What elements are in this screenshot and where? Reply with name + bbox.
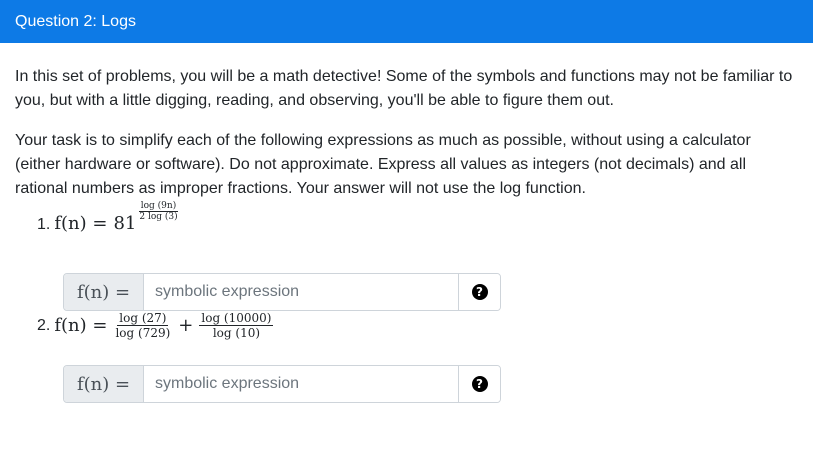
fraction-1: log (27) log (729) [113,311,172,340]
fraction-2-numerator: log (10000) [199,311,274,326]
problem-2-lhs: f(n) = [54,315,108,336]
intro-paragraph-2: Your task is to simplify each of the fol… [15,132,751,197]
fraction-1-denominator: log (729) [115,326,171,340]
problem-1-number: 1. [37,216,51,233]
problem-1-lhs: f(n) = [54,213,108,234]
problem-2: 2. f(n) = log (27) log (729) + log (1000… [15,311,798,403]
plus-sign: + [178,315,194,336]
answer-label: f(n) = [64,274,144,310]
problem-1-expression: 1. f(n) = 81 log (9n) 2 log (3) [37,201,180,234]
question-circle-icon: ? [471,284,488,300]
problem-1-exponent: log (9n) 2 log (3) [137,201,179,222]
fraction-2: log (10000) log (10) [199,311,274,340]
problem-1-base: 81 [113,213,137,234]
question-body: In this set of problems, you will be a m… [0,65,813,403]
fraction-2-denominator: log (10) [212,326,261,340]
question-header: Question 2: Logs [0,0,813,43]
fraction-1-numerator: log (27) [117,311,169,326]
intro-paragraph-1: In this set of problems, you will be a m… [15,68,793,109]
exponent-denominator: 2 log (3) [139,212,178,222]
answer-label: f(n) = [64,366,144,402]
problem-2-number: 2. [37,316,51,334]
answer-input[interactable] [144,366,458,402]
problem-2-expression: 2. f(n) = log (27) log (729) + log (1000… [37,311,274,340]
problem-2-answer-group: f(n) = ? [63,365,501,403]
help-button[interactable]: ? [458,366,500,402]
problem-1: 1. f(n) = 81 log (9n) 2 log (3) f(n) = ? [15,201,798,311]
exponent-numerator: log (9n) [138,201,179,212]
help-button[interactable]: ? [458,274,500,310]
question-circle-icon: ? [471,376,488,392]
answer-input[interactable] [144,274,458,310]
question-title: Question 2: Logs [15,13,136,30]
problem-1-answer-group: f(n) = ? [63,273,501,311]
